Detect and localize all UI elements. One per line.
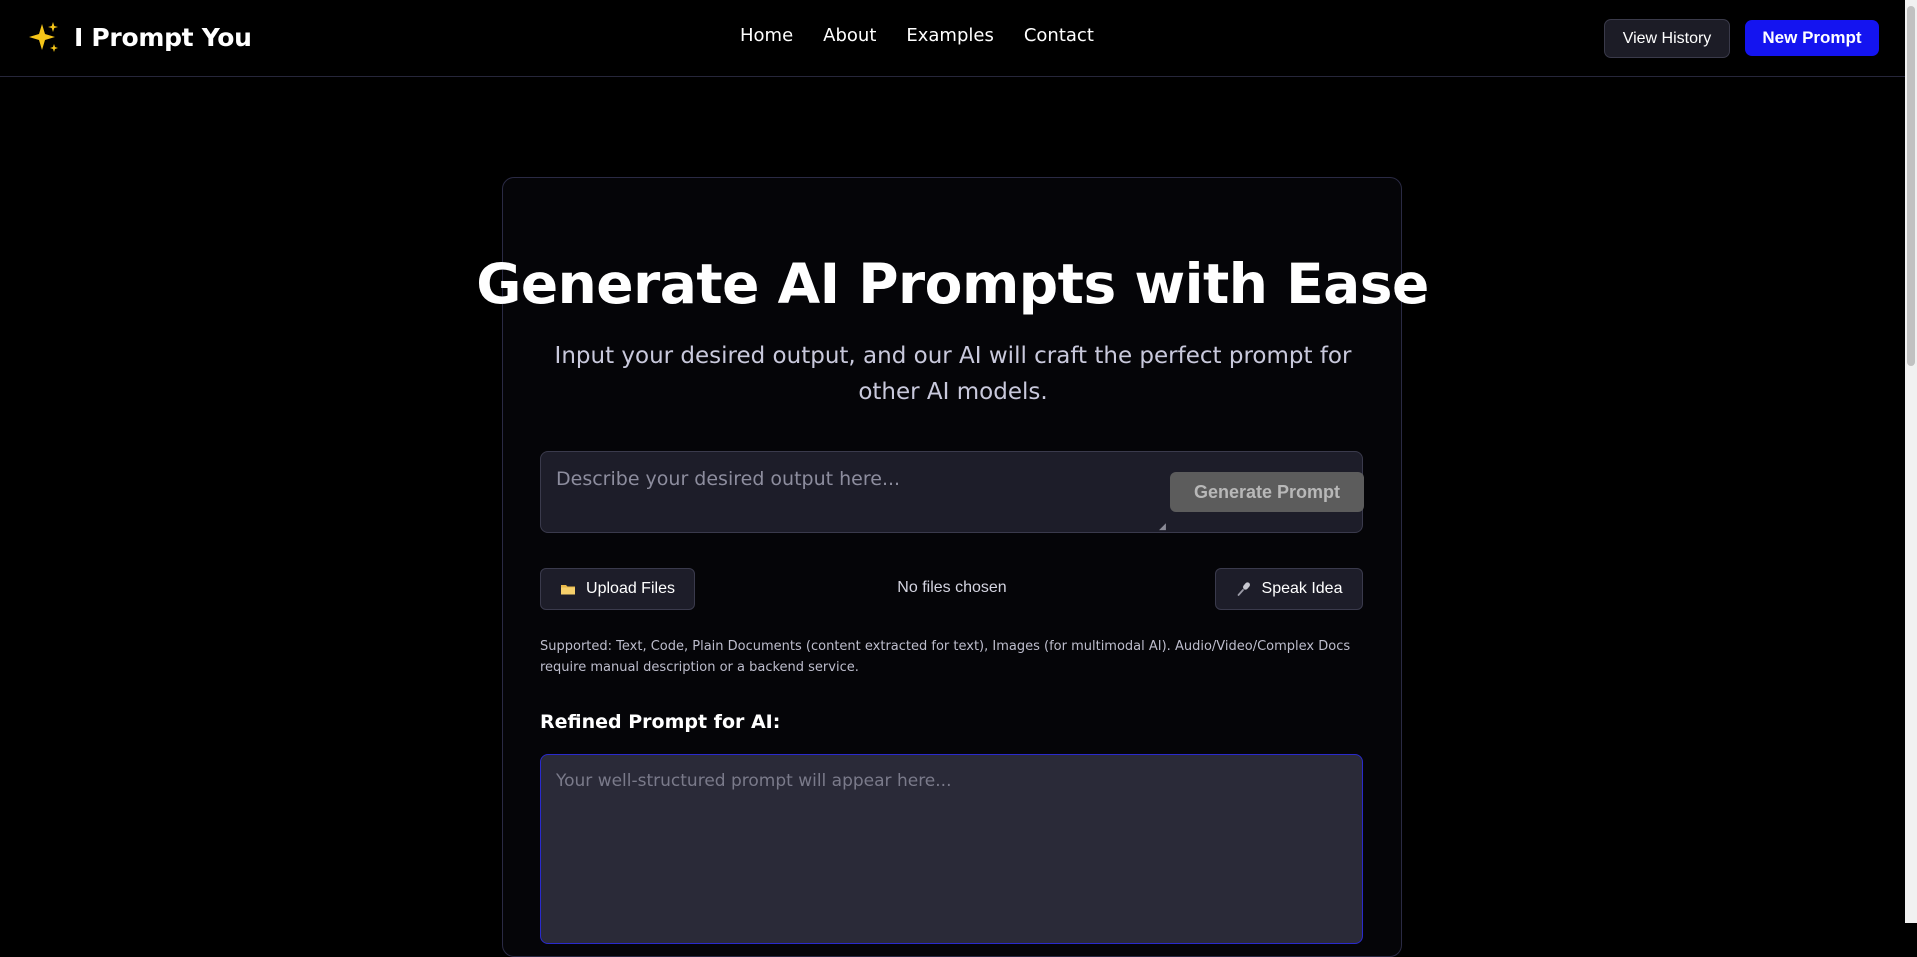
top-navbar: I Prompt You Home About Examples Contact… bbox=[0, 0, 1905, 77]
hero-subtitle: Input your desired output, and our AI wi… bbox=[554, 343, 1352, 405]
nav-link-examples[interactable]: Examples bbox=[906, 25, 993, 46]
nav-link-home[interactable]: Home bbox=[740, 25, 793, 46]
page-scrollbar[interactable] bbox=[1905, 0, 1917, 923]
desired-output-input[interactable] bbox=[541, 452, 1170, 532]
prompt-input-box: ◢ Generate Prompt bbox=[540, 451, 1364, 533]
speak-idea-label: Speak Idea bbox=[1261, 580, 1343, 597]
microphone-icon bbox=[1237, 582, 1250, 596]
new-prompt-button[interactable]: New Prompt bbox=[1745, 20, 1879, 56]
nav-link-contact[interactable]: Contact bbox=[1024, 25, 1094, 46]
refined-prompt-heading: Refined Prompt for AI: bbox=[540, 711, 781, 733]
resize-handle-icon[interactable]: ◢ bbox=[1159, 521, 1169, 531]
folder-icon bbox=[561, 585, 576, 595]
supported-formats-note: Supported: Text, Code, Plain Documents (… bbox=[540, 639, 1351, 675]
scrollbar-thumb[interactable] bbox=[1907, 6, 1915, 366]
brand-logo-link[interactable]: I Prompt You bbox=[28, 20, 252, 54]
upload-files-button[interactable]: Upload Files bbox=[540, 568, 695, 610]
sparkles-icon bbox=[29, 22, 58, 52]
generate-prompt-button[interactable]: Generate Prompt bbox=[1170, 472, 1364, 512]
refined-prompt-output[interactable] bbox=[540, 754, 1363, 944]
hero-title: Generate AI Prompts with Ease bbox=[476, 252, 1429, 316]
brand-name: I Prompt You bbox=[74, 22, 252, 52]
view-history-button[interactable]: View History bbox=[1604, 19, 1730, 58]
speak-idea-button[interactable]: Speak Idea bbox=[1215, 568, 1363, 610]
main-nav: Home About Examples Contact bbox=[740, 25, 1094, 46]
file-status-text: No files chosen bbox=[897, 579, 1007, 596]
nav-link-about[interactable]: About bbox=[823, 25, 876, 46]
upload-files-label: Upload Files bbox=[586, 580, 675, 597]
